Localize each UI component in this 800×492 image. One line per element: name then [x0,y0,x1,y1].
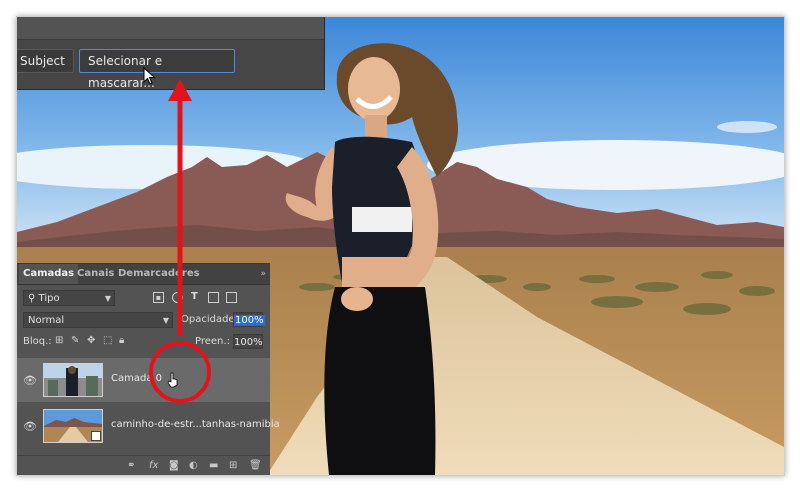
screenshot-frame: Subject Selecionar e mascarar... Camadas… [16,16,785,476]
annotation-arrow-head [168,79,192,101]
annotation-circle [149,341,211,403]
annotation-overlay [149,79,211,403]
